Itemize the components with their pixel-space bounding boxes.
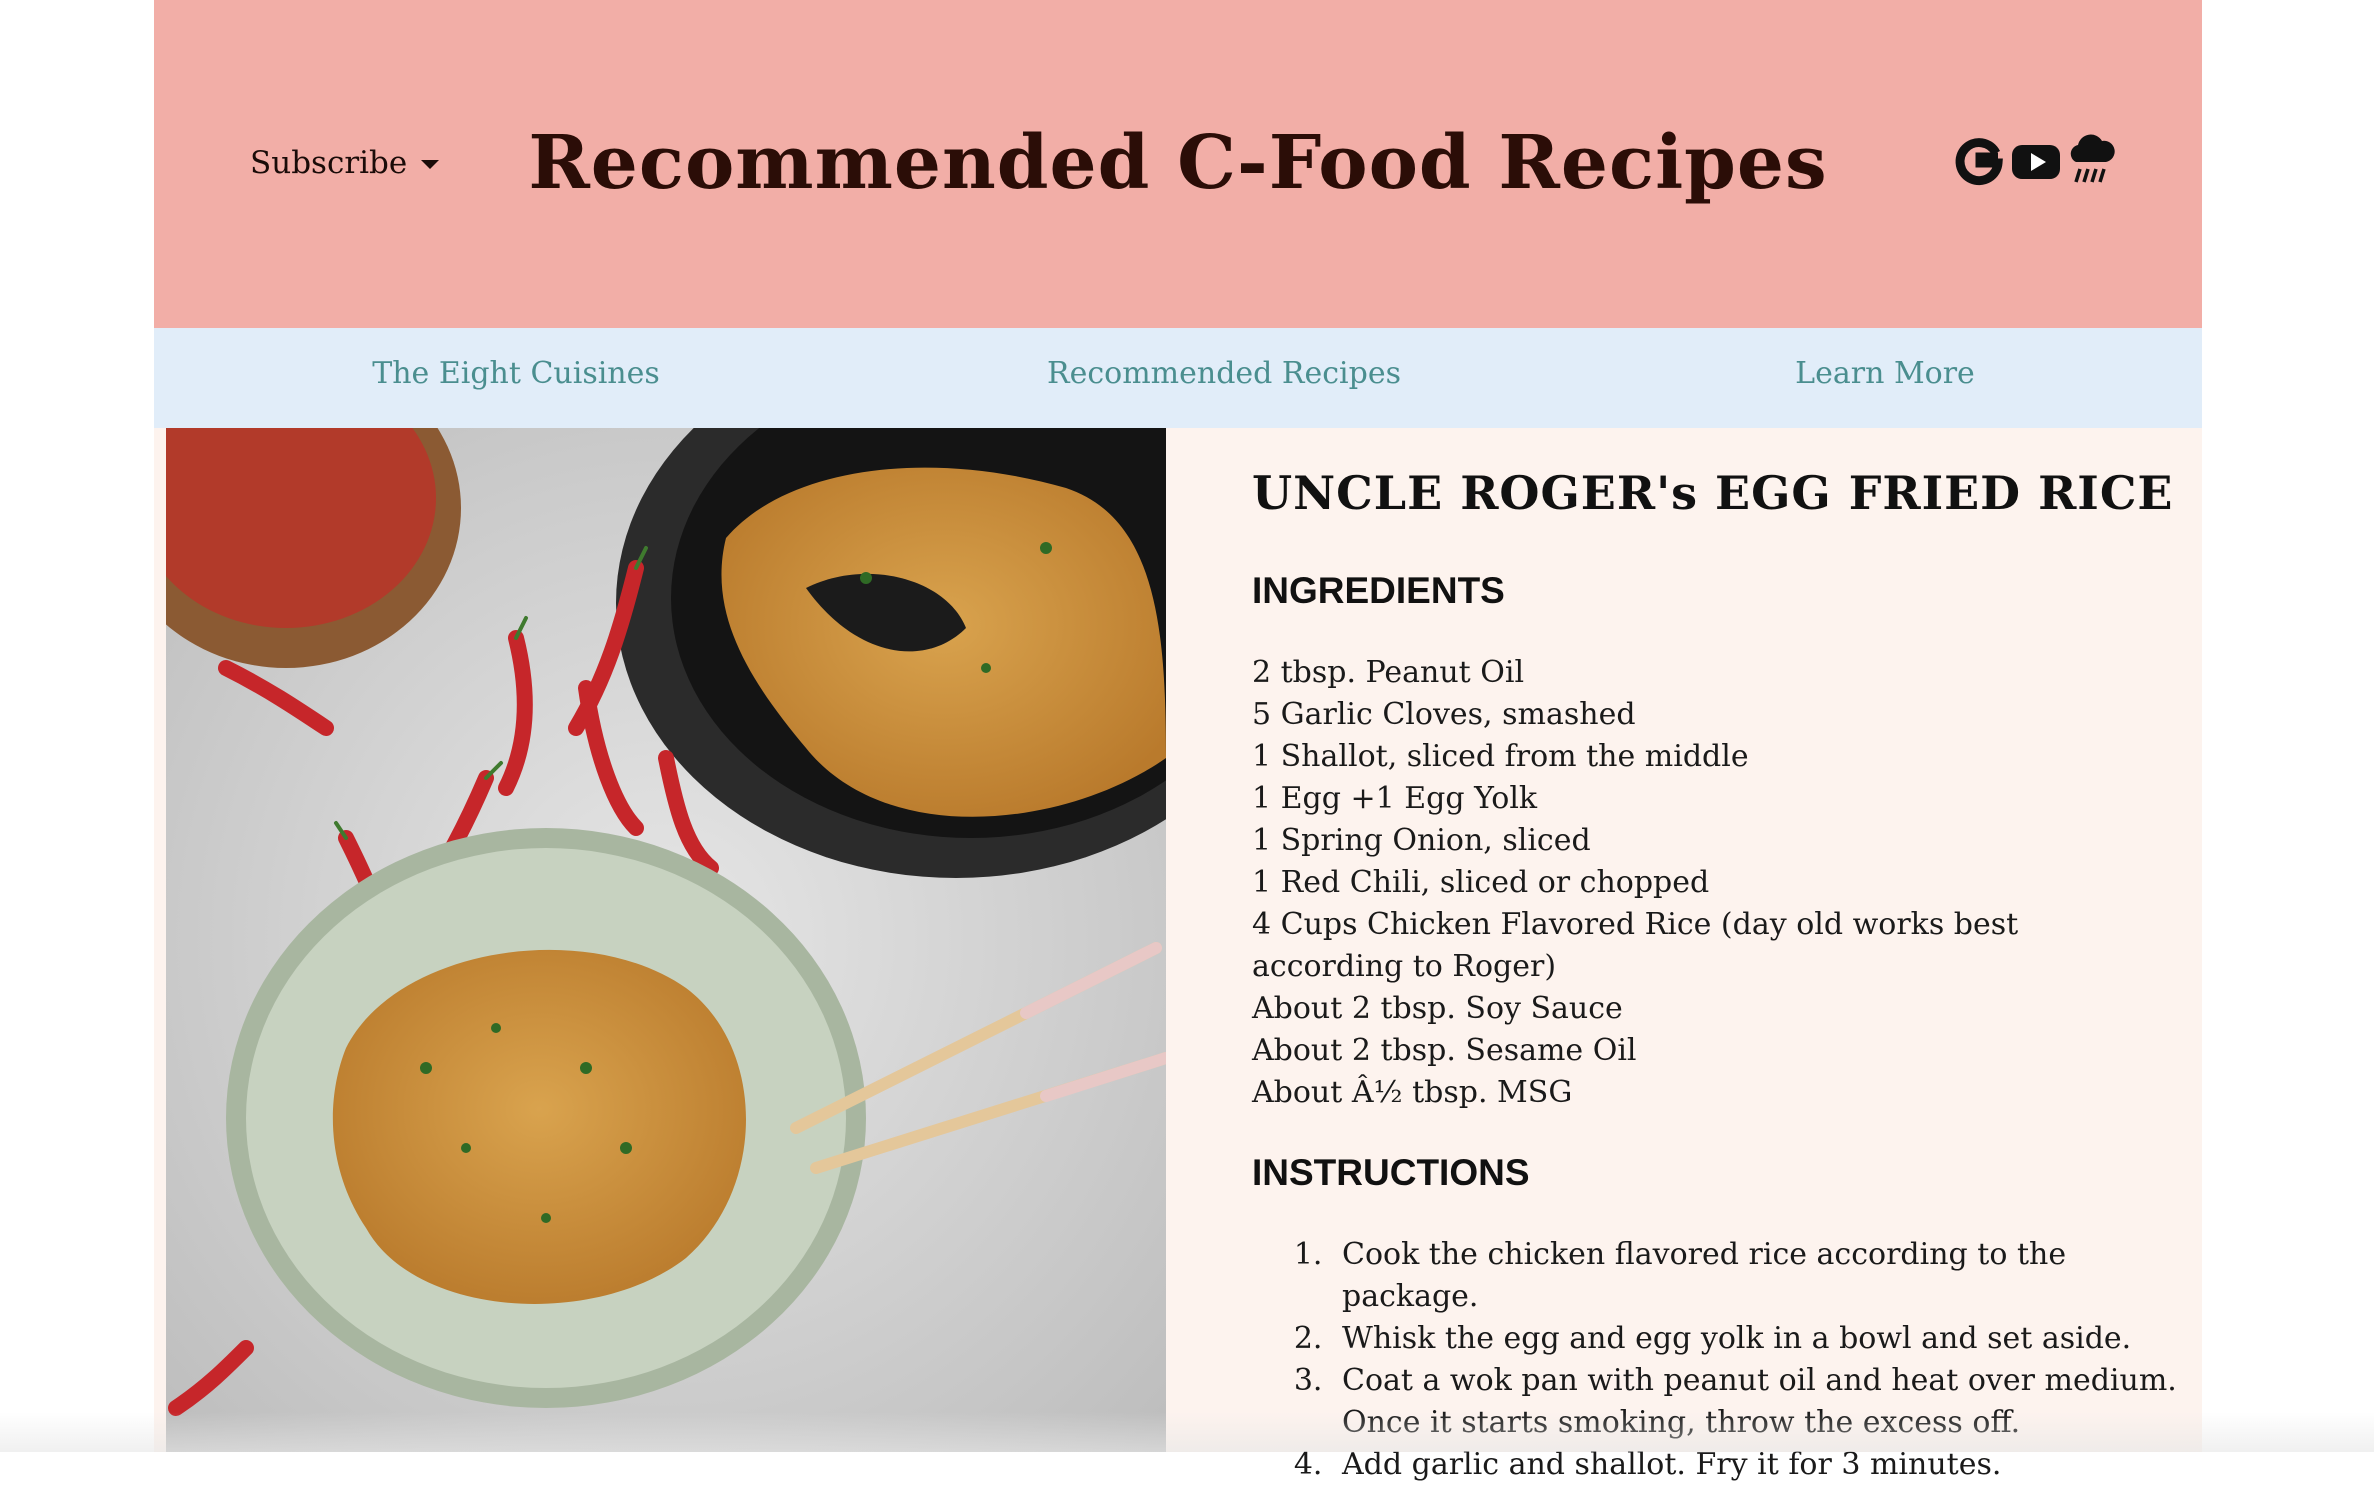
ingredient-item: About Â½ tbsp. MSG <box>1252 1075 1573 1110</box>
nav-link-eight-cuisines[interactable]: The Eight Cuisines <box>372 356 660 391</box>
ingredient-item: 5 Garlic Cloves, smashed <box>1252 697 1636 732</box>
site-title: Recommended C-Food Recipes <box>528 120 1828 206</box>
nav-link-recommended-recipes[interactable]: Recommended Recipes <box>1047 356 1401 391</box>
social-links <box>1952 130 2116 190</box>
instruction-step: Add garlic and shallot. Fry it for 3 min… <box>1332 1444 2212 1486</box>
site-header: Subscribe Recommended C-Food Recipes <box>154 0 2202 328</box>
instruction-step: Whisk the egg and egg yolk in a bowl and… <box>1332 1318 2212 1360</box>
youtube-icon[interactable] <box>2010 133 2062 187</box>
ingredient-item: 1 Red Chili, sliced or chopped <box>1252 865 1710 900</box>
instructions-heading: INSTRUCTIONS <box>1252 1152 1530 1193</box>
instructions-list: Cook the chicken flavored rice according… <box>1282 1234 2212 1486</box>
weather-cloud-rain-icon[interactable] <box>2066 130 2116 190</box>
ingredient-item: About 2 tbsp. Sesame Oil <box>1252 1033 1637 1068</box>
ingredient-item: 1 Egg +1 Egg Yolk <box>1252 781 1538 816</box>
instruction-step: Cook the chicken flavored rice according… <box>1332 1234 2212 1318</box>
page: Subscribe Recommended C-Food Recipes The… <box>154 0 2202 1482</box>
nav-link-learn-more[interactable]: Learn More <box>1795 356 1975 391</box>
main-nav: The Eight Cuisines Recommended Recipes L… <box>154 328 2202 428</box>
ingredient-item: 1 Spring Onion, sliced <box>1252 823 1591 858</box>
ingredient-item: 2 tbsp. Peanut Oil <box>1252 655 1525 690</box>
ingredients-heading: INGREDIENTS <box>1252 570 1505 611</box>
ingredient-item: About 2 tbsp. Soy Sauce <box>1252 991 1623 1026</box>
instruction-step: Coat a wok pan with peanut oil and heat … <box>1332 1360 2212 1444</box>
egg-fried-rice-photo <box>166 428 1166 1452</box>
ingredient-item: 1 Shallot, sliced from the middle <box>1252 739 1749 774</box>
ingredient-item: 4 Cups Chicken Flavored Rice (day old wo… <box>1252 907 2019 984</box>
recipe-title: UNCLE ROGER's EGG FRIED RICE <box>1252 466 2174 520</box>
google-icon[interactable] <box>1952 133 2006 187</box>
ingredients-list: 2 tbsp. Peanut Oil 5 Garlic Cloves, smas… <box>1252 652 2172 1114</box>
recipe-card: UNCLE ROGER's EGG FRIED RICE INGREDIENTS… <box>1202 428 2202 1482</box>
